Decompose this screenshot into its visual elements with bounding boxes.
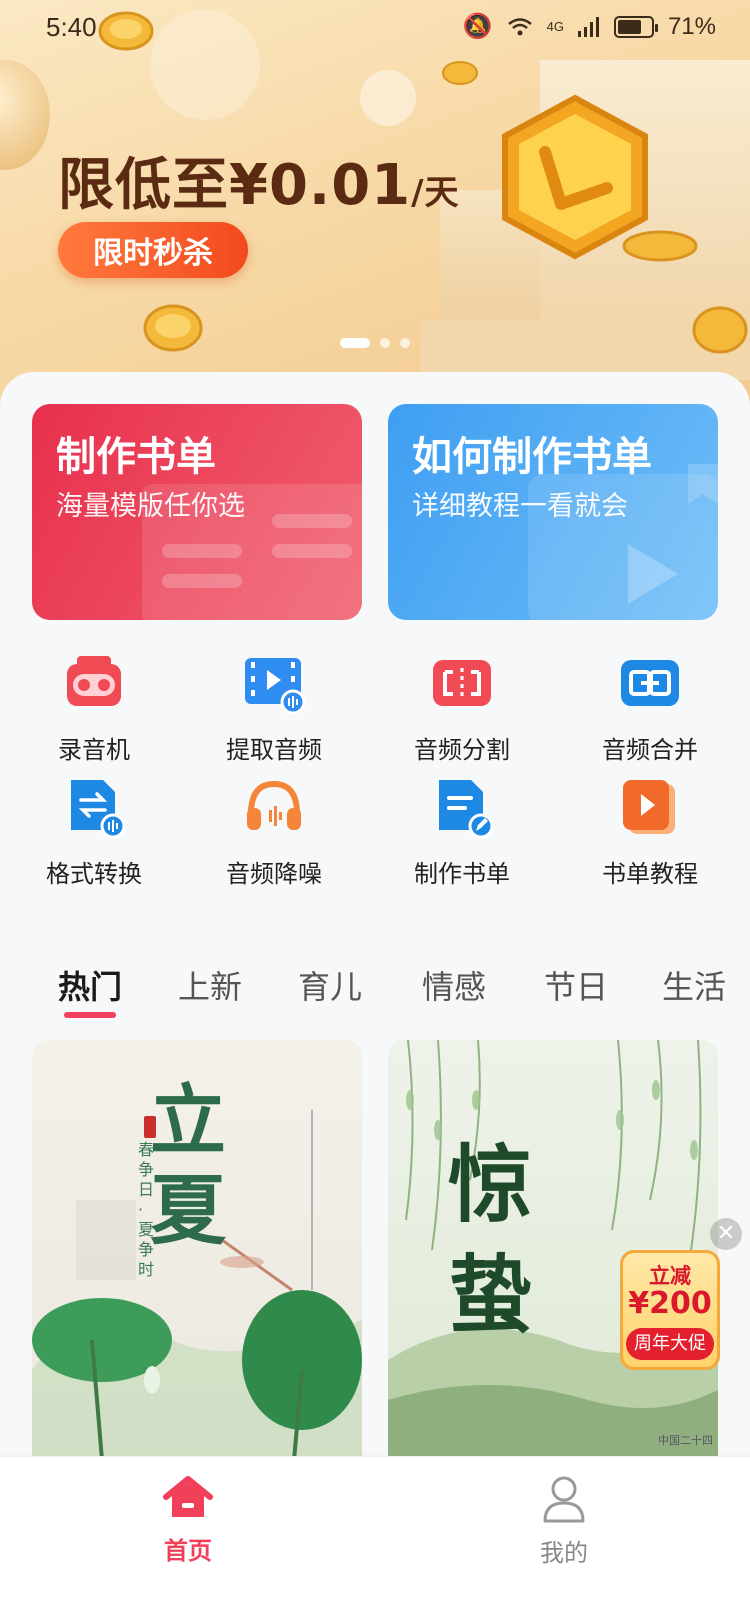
card-subtitle: 海量模版任你选 [56, 491, 245, 522]
tool-booklist-tutorial[interactable]: 书单教程 [556, 776, 744, 889]
user-icon [543, 1476, 585, 1523]
carousel-dot [380, 338, 390, 348]
template-card[interactable]: 立夏 春争日·夏争时 [32, 1040, 362, 1460]
active-tab-indicator [64, 1012, 116, 1018]
carousel-indicator [340, 338, 410, 348]
tool-audio-merge[interactable]: 音频合并 [556, 652, 744, 765]
recorder-icon [67, 656, 121, 706]
nav-home[interactable]: 首页 [108, 1475, 268, 1566]
template-side-text: 春争日·夏争时 [138, 1140, 155, 1279]
template-title: 惊蛰 [448, 1135, 533, 1344]
audio-merge-icon [621, 660, 679, 706]
flash-sale-button[interactable]: 限时秒杀 [58, 222, 248, 278]
tab-parenting[interactable]: 育儿 [298, 962, 362, 1008]
anniversary-promo[interactable]: 立减 ¥200 周年大促 [620, 1250, 720, 1370]
network-type: 4G [546, 19, 564, 34]
nav-home-label: 首页 [164, 1537, 212, 1565]
tool-make-booklist[interactable]: 制作书单 [368, 776, 556, 889]
promo-price-text: 限低至¥0.01 [58, 153, 412, 218]
promo-headline: 限低至¥0.01/天 [58, 140, 460, 221]
tab-hot[interactable]: 热门 [58, 962, 122, 1008]
noise-reduction-icon [247, 780, 301, 830]
make-booklist-icon [439, 780, 494, 839]
decorative-bubble [0, 60, 50, 170]
card-title: 制作书单 [56, 434, 216, 480]
tool-label: 音频分割 [414, 736, 510, 764]
template-footer-text: 中国二十四 [658, 1434, 713, 1447]
booklist-tutorial-card[interactable]: 如何制作书单 详细教程一看就会 [388, 404, 718, 620]
home-icon [163, 1476, 213, 1517]
card-subtitle: 详细教程一看就会 [412, 491, 628, 522]
template-title: 立夏 [150, 1076, 226, 1255]
battery-icon [613, 15, 658, 38]
tool-label: 音频合并 [602, 736, 698, 764]
tool-extract-audio[interactable]: 提取音频 [180, 652, 368, 765]
status-time: 5:40 [46, 12, 97, 42]
carousel-dot-active [340, 338, 370, 348]
close-promo-button[interactable]: ✕ [710, 1218, 742, 1250]
coin-icon [143, 304, 203, 352]
status-bar: 5:40 🔕 4G 71% [0, 0, 750, 60]
format-convert-icon [71, 780, 126, 839]
tool-label: 制作书单 [414, 860, 510, 888]
make-booklist-card[interactable]: 制作书单 海量模版任你选 [32, 404, 362, 620]
promo-unit-text: /天 [411, 173, 460, 213]
carousel-dot [400, 338, 410, 348]
audio-split-icon [433, 660, 491, 706]
promo-banner[interactable]: 5:40 🔕 4G 71% 限低至¥0.01/天 限时秒杀 [0, 0, 750, 420]
tool-label: 音频降噪 [226, 860, 322, 888]
gold-hexagon-icon [502, 94, 648, 260]
tool-recorder[interactable]: 录音机 [0, 652, 188, 765]
promo-amount: ¥200 [628, 1286, 712, 1321]
extract-audio-icon [245, 658, 306, 715]
tab-festival[interactable]: 节日 [544, 962, 608, 1008]
battery-percent: 71% [667, 12, 716, 40]
tool-format-convert[interactable]: 格式转换 [0, 776, 188, 889]
signal-icon [577, 16, 599, 37]
tool-label: 提取音频 [226, 736, 322, 764]
booklist-tutorial-icon [623, 780, 675, 834]
nav-me-label: 我的 [540, 1539, 588, 1567]
card-title: 如何制作书单 [412, 434, 652, 480]
status-icons: 🔕 4G 71% [463, 12, 716, 41]
wifi-icon [507, 17, 532, 35]
category-tabs: 热门 上新 育儿 情感 节日 生活 [0, 962, 750, 1018]
tool-audio-split[interactable]: 音频分割 [368, 652, 556, 765]
decorative-bubble [360, 70, 416, 126]
tool-label: 书单教程 [602, 860, 698, 888]
tab-new[interactable]: 上新 [178, 962, 242, 1008]
tool-label: 录音机 [58, 736, 130, 764]
bottom-navigation: 首页 我的 [0, 1456, 750, 1624]
coin-icon [442, 61, 478, 85]
tool-noise-reduction[interactable]: 音频降噪 [180, 776, 368, 889]
tab-life[interactable]: 生活 [662, 962, 726, 1008]
tool-label: 格式转换 [46, 860, 142, 888]
tab-emotion[interactable]: 情感 [422, 962, 486, 1008]
nav-me[interactable]: 我的 [484, 1475, 644, 1568]
mute-icon: 🔕 [462, 13, 493, 40]
promo-tag: 周年大促 [626, 1328, 714, 1360]
coin-icon [692, 306, 748, 354]
